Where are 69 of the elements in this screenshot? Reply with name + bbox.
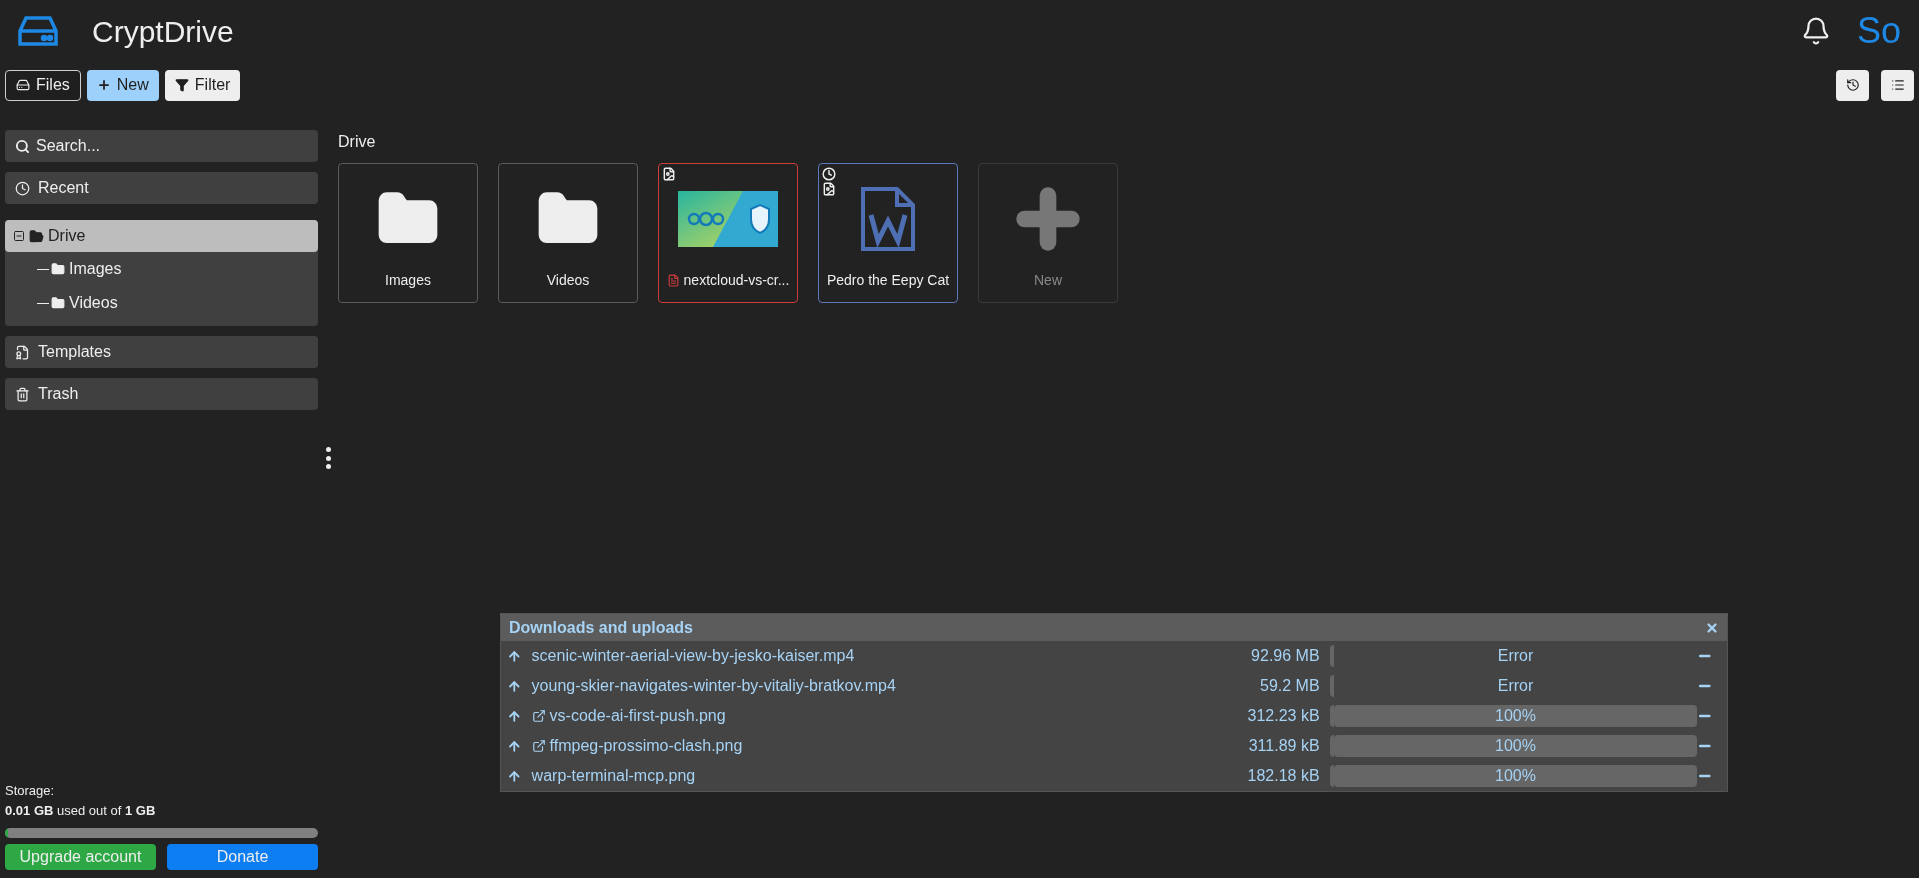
tile-label: New xyxy=(1034,271,1062,290)
more-options-icon[interactable] xyxy=(324,447,332,469)
storage-label: Storage: xyxy=(5,782,56,800)
list-icon xyxy=(1890,78,1905,92)
upload-icon xyxy=(507,708,522,724)
file-tile[interactable]: Videos xyxy=(498,163,638,303)
file-tile[interactable]: Pedro the Eepy Cat xyxy=(818,163,958,303)
list-view-button[interactable] xyxy=(1881,69,1914,101)
history-icon xyxy=(1845,78,1860,92)
file-icon xyxy=(666,274,680,287)
new-button[interactable]: New xyxy=(86,69,159,101)
file-name: vs-code-ai-first-push.png xyxy=(549,706,726,726)
filter-button[interactable]: Filter xyxy=(164,69,241,101)
file-size: 182.18 kB xyxy=(1246,766,1320,786)
file-tile[interactable]: Images xyxy=(338,163,478,303)
sidebar-item[interactable]: Trash xyxy=(5,378,318,410)
history-button[interactable] xyxy=(1836,69,1869,101)
progress-status: Error xyxy=(1497,676,1534,696)
breadcrumb[interactable]: Drive xyxy=(338,130,1729,150)
file-tile[interactable]: nextcloud-vs-cr... xyxy=(658,163,798,303)
upload-icon xyxy=(507,648,522,664)
folder-icon xyxy=(29,228,44,244)
sidebar-item[interactable]: Videos xyxy=(49,291,120,315)
search-field[interactable]: Search... xyxy=(5,130,318,162)
drive-logo-icon xyxy=(18,15,58,47)
file-name: ffmpeg-prossimo-clash.png xyxy=(549,736,743,756)
sidebar-item[interactable]: Recent xyxy=(5,172,318,204)
tile-label: nextcloud-vs-cr... xyxy=(683,271,790,290)
progress-status: 100% xyxy=(1495,706,1536,726)
app-title: CryptDrive xyxy=(92,13,234,50)
file-size: 311.89 kB xyxy=(1247,736,1320,756)
progress-status: Error xyxy=(1497,646,1534,666)
file-size: 92.96 MB xyxy=(1250,646,1320,666)
tile-label: Images xyxy=(385,271,431,290)
file-name: scenic-winter-aerial-view-by-jesko-kaiser.mp4 xyxy=(531,646,855,666)
transfers-title: Downloads and uploads xyxy=(509,617,694,638)
new-tile[interactable]: New xyxy=(978,163,1118,303)
folder-icon xyxy=(51,262,65,276)
progress-status: 100% xyxy=(1495,766,1536,786)
trash-icon xyxy=(15,386,30,402)
upload-icon xyxy=(507,738,522,754)
file-name: warp-terminal-mcp.png xyxy=(531,766,696,786)
external-link-icon[interactable] xyxy=(531,709,546,723)
word-document-icon xyxy=(859,185,917,253)
upload-icon xyxy=(507,678,522,694)
close-icon[interactable] xyxy=(1705,620,1719,635)
file-size: 312.23 kB xyxy=(1246,706,1320,726)
files-button[interactable]: Files xyxy=(5,69,81,101)
tile-label: Videos xyxy=(546,271,590,290)
clock-icon xyxy=(15,180,30,196)
upload-icon xyxy=(507,768,522,784)
external-link-icon[interactable] xyxy=(531,739,546,753)
storage-usage: 0.01 GB used out of 1 GB xyxy=(5,801,157,820)
user-avatar-initials[interactable]: So xyxy=(1856,4,1901,58)
search-input[interactable]: Search... xyxy=(36,134,308,158)
sidebar-item[interactable]: Templates xyxy=(5,336,318,368)
progress-status: 100% xyxy=(1495,736,1536,756)
tile-label: Pedro the Eepy Cat xyxy=(826,271,950,290)
filter-icon xyxy=(174,78,189,92)
plus-icon xyxy=(96,78,111,92)
file-size: 59.2 MB xyxy=(1259,676,1320,696)
folder-icon xyxy=(51,296,65,310)
collapse-icon[interactable] xyxy=(13,230,25,242)
drive-icon xyxy=(16,78,30,92)
sidebar-item[interactable]: Images xyxy=(49,257,124,281)
search-icon xyxy=(15,138,30,154)
file-name: young-skier-navigates-winter-by-vitaliy-bratkov.mp4 xyxy=(531,676,896,696)
template-icon xyxy=(15,344,30,360)
sidebar-item[interactable]: Drive xyxy=(5,220,318,252)
